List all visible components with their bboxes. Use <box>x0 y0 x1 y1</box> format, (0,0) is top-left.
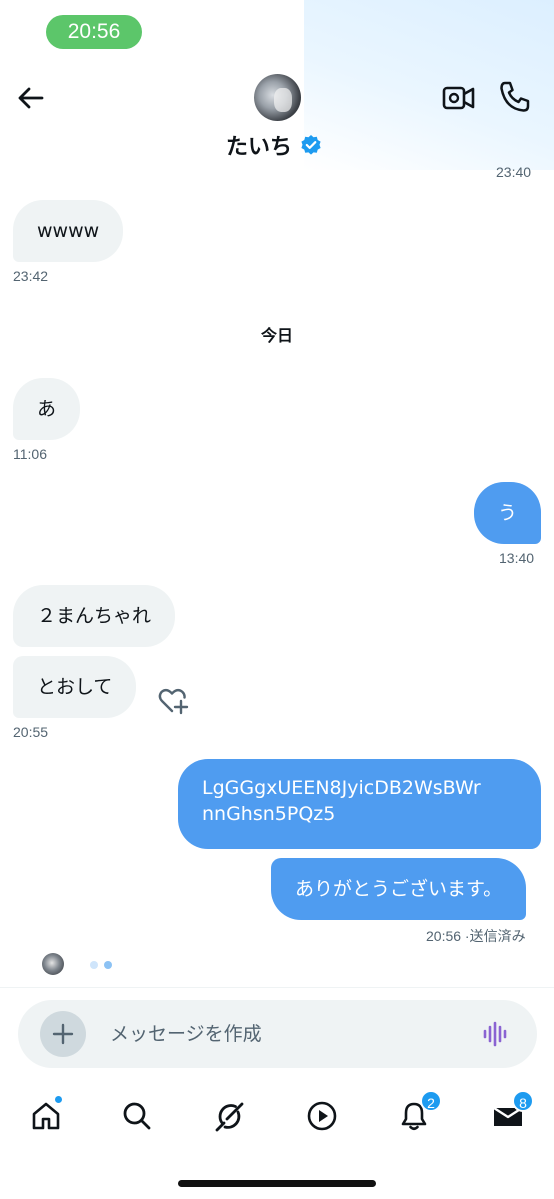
message-time: 23:42 <box>13 268 49 284</box>
message-bubble-incoming[interactable]: あ <box>13 378 81 440</box>
search-icon <box>123 1102 151 1130</box>
day-separator: 今日 <box>260 326 293 345</box>
arrow-left-icon <box>18 87 44 109</box>
message-line: LgGGgxUEEN8JyicDB2WsBWr <box>202 777 481 799</box>
tab-video[interactable] <box>300 1094 344 1138</box>
phone-call-button[interactable] <box>498 80 532 114</box>
message-time: 11:06 <box>13 446 47 462</box>
verified-badge-icon <box>301 135 321 155</box>
seen-avatar <box>42 953 64 975</box>
video-call-button[interactable] <box>442 82 476 114</box>
plus-icon <box>52 1023 74 1045</box>
message-bubble-incoming[interactable]: とおして <box>13 656 137 718</box>
contact-avatar[interactable] <box>254 74 301 121</box>
add-reaction-heart-icon[interactable] <box>157 686 189 716</box>
home-indicator[interactable] <box>178 1180 376 1187</box>
message-composer <box>18 1000 537 1068</box>
messages-badge: 8 <box>512 1090 534 1112</box>
message-time-status: 20:56 ·送信済み <box>426 928 526 944</box>
tab-search[interactable] <box>115 1094 159 1138</box>
message-time: 23:40 <box>496 164 532 180</box>
conversation-header: たいち <box>0 0 554 170</box>
back-button[interactable] <box>12 80 48 116</box>
message-bubble-incoming[interactable]: ２まんちゃれ <box>13 585 176 647</box>
typing-indicator-dot <box>90 961 98 969</box>
contact-name: たいち <box>226 135 293 160</box>
message-time: 13:40 <box>499 550 535 566</box>
voice-wave-icon[interactable] <box>482 1020 510 1048</box>
message-bubble-outgoing[interactable]: う <box>474 482 542 544</box>
message-bubble-outgoing[interactable]: LgGGgxUEEN8JyicDB2WsBWr nnGhsn5PQz5 <box>178 759 541 849</box>
tab-grok[interactable] <box>208 1094 252 1138</box>
message-bubble-outgoing[interactable]: ありがとうございます。 <box>271 858 527 920</box>
message-input[interactable] <box>110 1018 450 1050</box>
notifications-badge: 2 <box>420 1090 442 1112</box>
contact-name-row[interactable]: たいち <box>226 130 322 160</box>
composer-divider <box>0 987 554 988</box>
tab-messages[interactable]: 8 <box>486 1090 534 1138</box>
tab-notifications[interactable]: 2 <box>392 1090 442 1138</box>
home-notification-dot <box>54 1095 63 1104</box>
home-icon <box>32 1102 60 1130</box>
message-time: 20:55 <box>13 724 49 740</box>
tab-home[interactable] <box>24 1094 68 1138</box>
grok-icon <box>215 1102 244 1132</box>
message-line: nnGhsn5PQz5 <box>202 803 336 825</box>
typing-indicator-dot <box>104 961 112 969</box>
play-icon <box>307 1101 337 1131</box>
message-bubble-incoming[interactable]: wwww <box>13 200 124 262</box>
add-media-button[interactable] <box>40 1011 86 1057</box>
bottom-tab-bar: 2 8 <box>0 1090 554 1150</box>
